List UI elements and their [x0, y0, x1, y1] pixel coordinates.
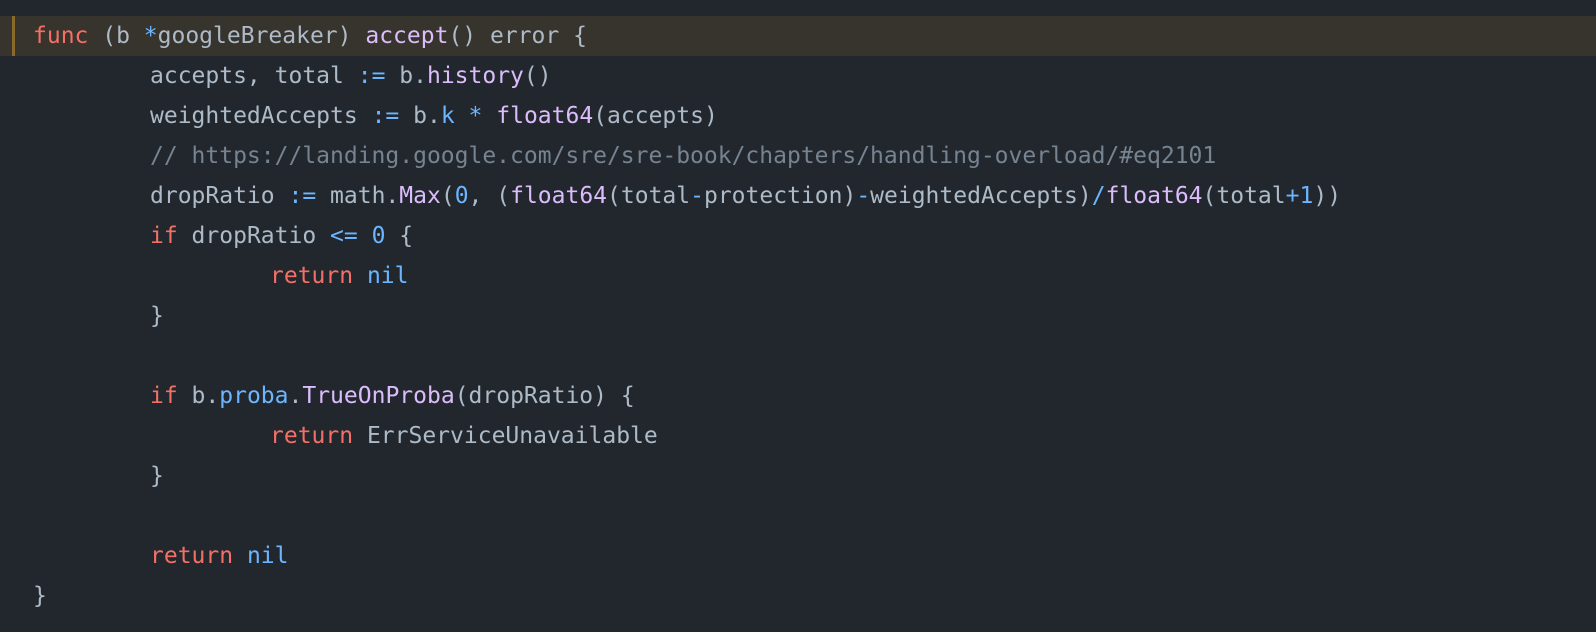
code-text: b. — [385, 63, 427, 89]
code-text: () — [523, 63, 552, 89]
code-line-content: dropRatio := math.Max(0, (float64(total-… — [150, 176, 1341, 216]
code-text: (accepts) — [593, 103, 718, 129]
operator: := — [357, 63, 386, 89]
code-line-5[interactable]: dropRatio := math.Max(0, (float64(total-… — [0, 176, 1596, 216]
operator: <= — [330, 223, 358, 249]
function-name: float64 — [510, 183, 608, 209]
code-line-content: func (b *googleBreaker) accept() error { — [33, 16, 587, 56]
operator: * — [468, 103, 483, 129]
code-text: ErrServiceUnavailable — [353, 423, 658, 449]
code-line-2[interactable]: accepts, total := b.history() — [0, 56, 1596, 96]
code-comment: // https://landing.google.com/sre/sre-bo… — [150, 143, 1217, 169]
code-line-13[interactable] — [0, 496, 1596, 536]
field-name: proba — [219, 383, 289, 409]
number-literal: 0 — [454, 183, 469, 209]
code-line-content: return nil — [270, 256, 409, 296]
code-line-4[interactable]: // https://landing.google.com/sre/sre-bo… — [0, 136, 1596, 176]
code-line-7[interactable]: return nil — [0, 256, 1596, 296]
code-line-9[interactable] — [0, 336, 1596, 376]
code-text: weightedAccepts) — [870, 183, 1092, 209]
code-text: dropRatio — [177, 223, 331, 249]
code-text: math. — [316, 183, 400, 209]
code-text: b. — [177, 383, 220, 409]
code-line-6[interactable]: if dropRatio <= 0 { — [0, 216, 1596, 256]
code-text: , ( — [468, 183, 511, 209]
keyword-if: if — [150, 223, 178, 249]
code-text: (dropRatio) { — [454, 383, 635, 409]
code-line-content: return nil — [150, 536, 289, 576]
code-line-1[interactable]: func (b *googleBreaker) accept() error { — [0, 16, 1596, 56]
code-text: (b — [88, 23, 144, 49]
code-line-10[interactable]: if b.proba.TrueOnProba(dropRatio) { — [0, 376, 1596, 416]
code-text: protection) — [703, 183, 857, 209]
number-literal: 1 — [1299, 183, 1314, 209]
function-name: accept — [365, 23, 449, 49]
nil-literal: nil — [246, 543, 289, 569]
function-name: Max — [399, 183, 441, 209]
code-text: accepts, total — [150, 63, 358, 89]
code-text: dropRatio — [150, 183, 289, 209]
code-text: b. — [399, 103, 441, 129]
closing-brace: } — [150, 463, 164, 489]
closing-brace: } — [33, 583, 47, 609]
code-line-12[interactable]: } — [0, 456, 1596, 496]
code-line-15[interactable]: } — [0, 576, 1596, 616]
function-name: TrueOnProba — [302, 383, 455, 409]
code-text: ( — [440, 183, 455, 209]
code-text: weightedAccepts — [150, 103, 372, 129]
field-name: k — [440, 103, 455, 129]
code-line-8[interactable]: } — [0, 296, 1596, 336]
code-line-content: if dropRatio <= 0 { — [150, 216, 413, 256]
code-line-content: weightedAccepts := b.k * float64(accepts… — [150, 96, 718, 136]
code-text: . — [288, 383, 303, 409]
closing-brace: } — [150, 303, 164, 329]
operator: := — [288, 183, 317, 209]
operator: / — [1091, 183, 1106, 209]
code-text: googleBreaker) — [157, 23, 366, 49]
code-line-content: accepts, total := b.history() — [150, 56, 552, 96]
operator: * — [143, 23, 158, 49]
function-name: history — [426, 63, 524, 89]
code-text: (total — [607, 183, 691, 209]
keyword-if: if — [150, 383, 178, 409]
keyword-return: return — [270, 423, 354, 449]
code-line-14[interactable]: return nil — [0, 536, 1596, 576]
function-name: float64 — [1105, 183, 1203, 209]
operator: - — [856, 183, 871, 209]
keyword-func: func — [33, 23, 89, 49]
operator: + — [1285, 183, 1300, 209]
code-line-3[interactable]: weightedAccepts := b.k * float64(accepts… — [0, 96, 1596, 136]
number-literal: 0 — [371, 223, 386, 249]
code-line-content: if b.proba.TrueOnProba(dropRatio) { — [150, 376, 635, 416]
code-line-content: return ErrServiceUnavailable — [270, 416, 658, 456]
operator: - — [690, 183, 704, 209]
code-editor[interactable]: func (b *googleBreaker) accept() error {… — [0, 0, 1596, 632]
code-text: (total — [1202, 183, 1286, 209]
code-text: () error { — [448, 23, 587, 49]
keyword-return: return — [270, 263, 354, 289]
code-text: )) — [1313, 183, 1342, 209]
nil-literal: nil — [366, 263, 409, 289]
operator: := — [371, 103, 400, 129]
keyword-return: return — [150, 543, 234, 569]
code-line-11[interactable]: return ErrServiceUnavailable — [0, 416, 1596, 456]
function-name: float64 — [496, 103, 594, 129]
code-text: { — [385, 223, 414, 249]
